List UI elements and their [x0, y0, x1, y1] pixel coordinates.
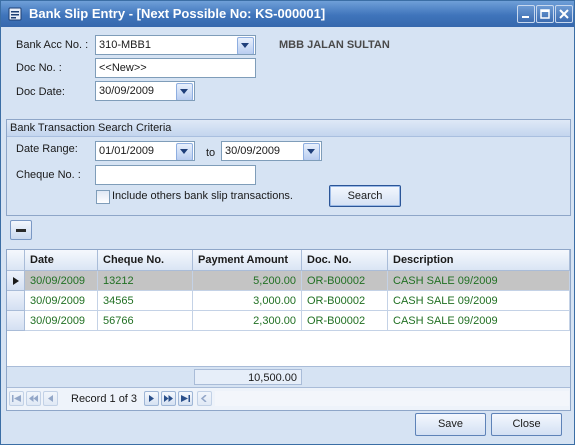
chevron-down-icon [241, 43, 249, 48]
previous-record-icon [48, 395, 53, 402]
column-header-description[interactable]: Description [388, 250, 570, 271]
bank-acc-label: Bank Acc No. : [16, 39, 89, 51]
app-icon [8, 7, 22, 21]
previous-page-icon [29, 395, 38, 402]
table-row[interactable]: 30/09/2009 13212 5,200.00 OR-B00002 CASH… [7, 271, 570, 291]
cell-cheque-no[interactable]: 34565 [98, 291, 193, 311]
column-header-payment-amount[interactable]: Payment Amount [193, 250, 302, 271]
collapse-button[interactable] [10, 220, 32, 240]
first-record-icon [12, 395, 21, 402]
cell-payment-amount[interactable]: 2,300.00 [193, 311, 302, 331]
next-page-icon [164, 395, 173, 402]
to-label: to [206, 147, 216, 159]
nav-prev-page-button[interactable] [26, 391, 41, 406]
cell-doc-no[interactable]: OR-B00002 [302, 291, 388, 311]
payment-total: 10,500.00 [194, 369, 302, 385]
horizontal-scrollbar[interactable] [215, 391, 569, 406]
nav-prev-button[interactable] [43, 391, 58, 406]
next-record-icon [149, 395, 154, 402]
transactions-grid: Date Cheque No. Payment Amount Doc. No. … [6, 249, 571, 411]
cell-description[interactable]: CASH SALE 09/2009 [388, 311, 570, 331]
date-from-value: 01/01/2009 [99, 145, 155, 157]
table-row[interactable]: 30/09/2009 34565 3,000.00 OR-B00002 CASH… [7, 291, 570, 311]
chevron-down-icon [307, 149, 315, 154]
doc-no-value: <<New>> [99, 62, 147, 74]
nav-first-button[interactable] [9, 391, 24, 406]
row-indicator[interactable] [7, 311, 25, 331]
grid-header-row: Date Cheque No. Payment Amount Doc. No. … [7, 250, 570, 271]
column-header-doc-no[interactable]: Doc. No. [302, 250, 388, 271]
column-header-cheque-no[interactable]: Cheque No. [98, 250, 193, 271]
record-counter: Record 1 of 3 [71, 393, 138, 405]
bank-acc-dropdown-button[interactable] [237, 37, 254, 54]
header-indicator [7, 250, 25, 271]
row-indicator[interactable] [7, 291, 25, 311]
date-range-label: Date Range: [16, 143, 78, 155]
cell-cheque-no[interactable]: 56766 [98, 311, 193, 331]
doc-no-label: Doc No. : [16, 62, 62, 74]
cell-payment-amount[interactable]: 3,000.00 [193, 291, 302, 311]
bank-name-label: MBB JALAN SULTAN [279, 39, 390, 51]
title-bar[interactable]: Bank Slip Entry - [Next Possible No: KS-… [1, 1, 574, 27]
cell-doc-no[interactable]: OR-B00002 [302, 311, 388, 331]
maximize-button[interactable] [536, 5, 554, 23]
date-from-picker[interactable]: 01/01/2009 [95, 141, 195, 161]
chevron-down-icon [180, 89, 188, 94]
column-header-date[interactable]: Date [25, 250, 98, 271]
nav-last-button[interactable] [178, 391, 193, 406]
bank-slip-window: Bank Slip Entry - [Next Possible No: KS-… [0, 0, 575, 445]
cheque-no-field[interactable] [95, 165, 256, 185]
doc-date-dropdown-button[interactable] [176, 83, 193, 100]
bank-acc-select[interactable]: 310-MBB1 [95, 35, 256, 55]
search-criteria-header: Bank Transaction Search Criteria [7, 120, 570, 137]
table-row[interactable]: 30/09/2009 56766 2,300.00 OR-B00002 CASH… [7, 311, 570, 331]
cell-description[interactable]: CASH SALE 09/2009 [388, 271, 570, 291]
doc-no-field[interactable]: <<New>> [95, 58, 256, 78]
chevron-down-icon [180, 149, 188, 154]
doc-date-picker[interactable]: 30/09/2009 [95, 81, 195, 101]
nav-next-button[interactable] [144, 391, 159, 406]
cell-date[interactable]: 30/09/2009 [25, 311, 98, 331]
doc-date-value: 30/09/2009 [99, 85, 155, 97]
close-button[interactable]: Close [491, 413, 562, 436]
save-button[interactable]: Save [415, 413, 486, 436]
minimize-button[interactable] [517, 5, 535, 23]
cell-payment-amount[interactable]: 5,200.00 [193, 271, 302, 291]
bank-acc-value: 310-MBB1 [99, 39, 151, 51]
record-navigator: Record 1 of 3 [7, 387, 570, 410]
window-title: Bank Slip Entry - [Next Possible No: KS-… [29, 6, 326, 21]
chevron-left-icon [200, 395, 207, 402]
date-to-value: 30/09/2009 [225, 145, 281, 157]
cell-cheque-no[interactable]: 13212 [98, 271, 193, 291]
close-window-button[interactable] [555, 5, 573, 23]
date-to-picker[interactable]: 30/09/2009 [221, 141, 322, 161]
search-button[interactable]: Search [329, 185, 401, 207]
include-others-label: Include others bank slip transactions. [112, 190, 293, 202]
cell-date[interactable]: 30/09/2009 [25, 271, 98, 291]
cheque-no-label: Cheque No. : [16, 169, 81, 181]
cell-description[interactable]: CASH SALE 09/2009 [388, 291, 570, 311]
current-row-arrow-icon [13, 277, 19, 285]
include-others-checkbox[interactable] [96, 190, 110, 204]
doc-date-label: Doc Date: [16, 86, 65, 98]
row-indicator[interactable] [7, 271, 25, 291]
search-criteria-title: Bank Transaction Search Criteria [10, 122, 172, 134]
grid-summary-row: 10,500.00 [7, 366, 570, 387]
date-to-dropdown-button[interactable] [303, 143, 320, 160]
date-from-dropdown-button[interactable] [176, 143, 193, 160]
last-record-icon [181, 395, 190, 402]
nav-next-page-button[interactable] [161, 391, 176, 406]
cell-date[interactable]: 30/09/2009 [25, 291, 98, 311]
scroll-left-button[interactable] [197, 391, 212, 406]
minus-icon [16, 229, 26, 232]
cell-doc-no[interactable]: OR-B00002 [302, 271, 388, 291]
